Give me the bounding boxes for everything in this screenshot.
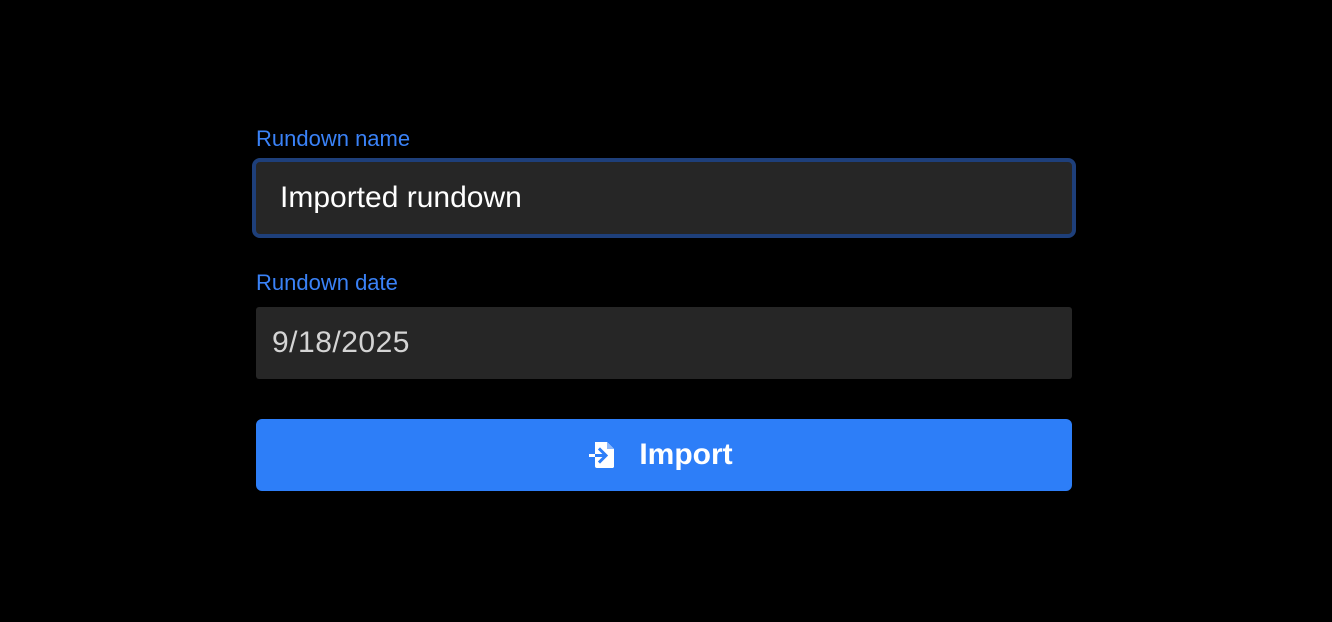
- file-import-icon: [587, 439, 619, 471]
- import-button[interactable]: Import: [256, 419, 1072, 491]
- rundown-name-label: Rundown name: [256, 126, 411, 151]
- rundown-date-input[interactable]: [256, 307, 1072, 379]
- rundown-name-input[interactable]: [252, 158, 1076, 238]
- rundown-date-label: Rundown date: [256, 270, 398, 295]
- import-button-label: Import: [639, 438, 733, 471]
